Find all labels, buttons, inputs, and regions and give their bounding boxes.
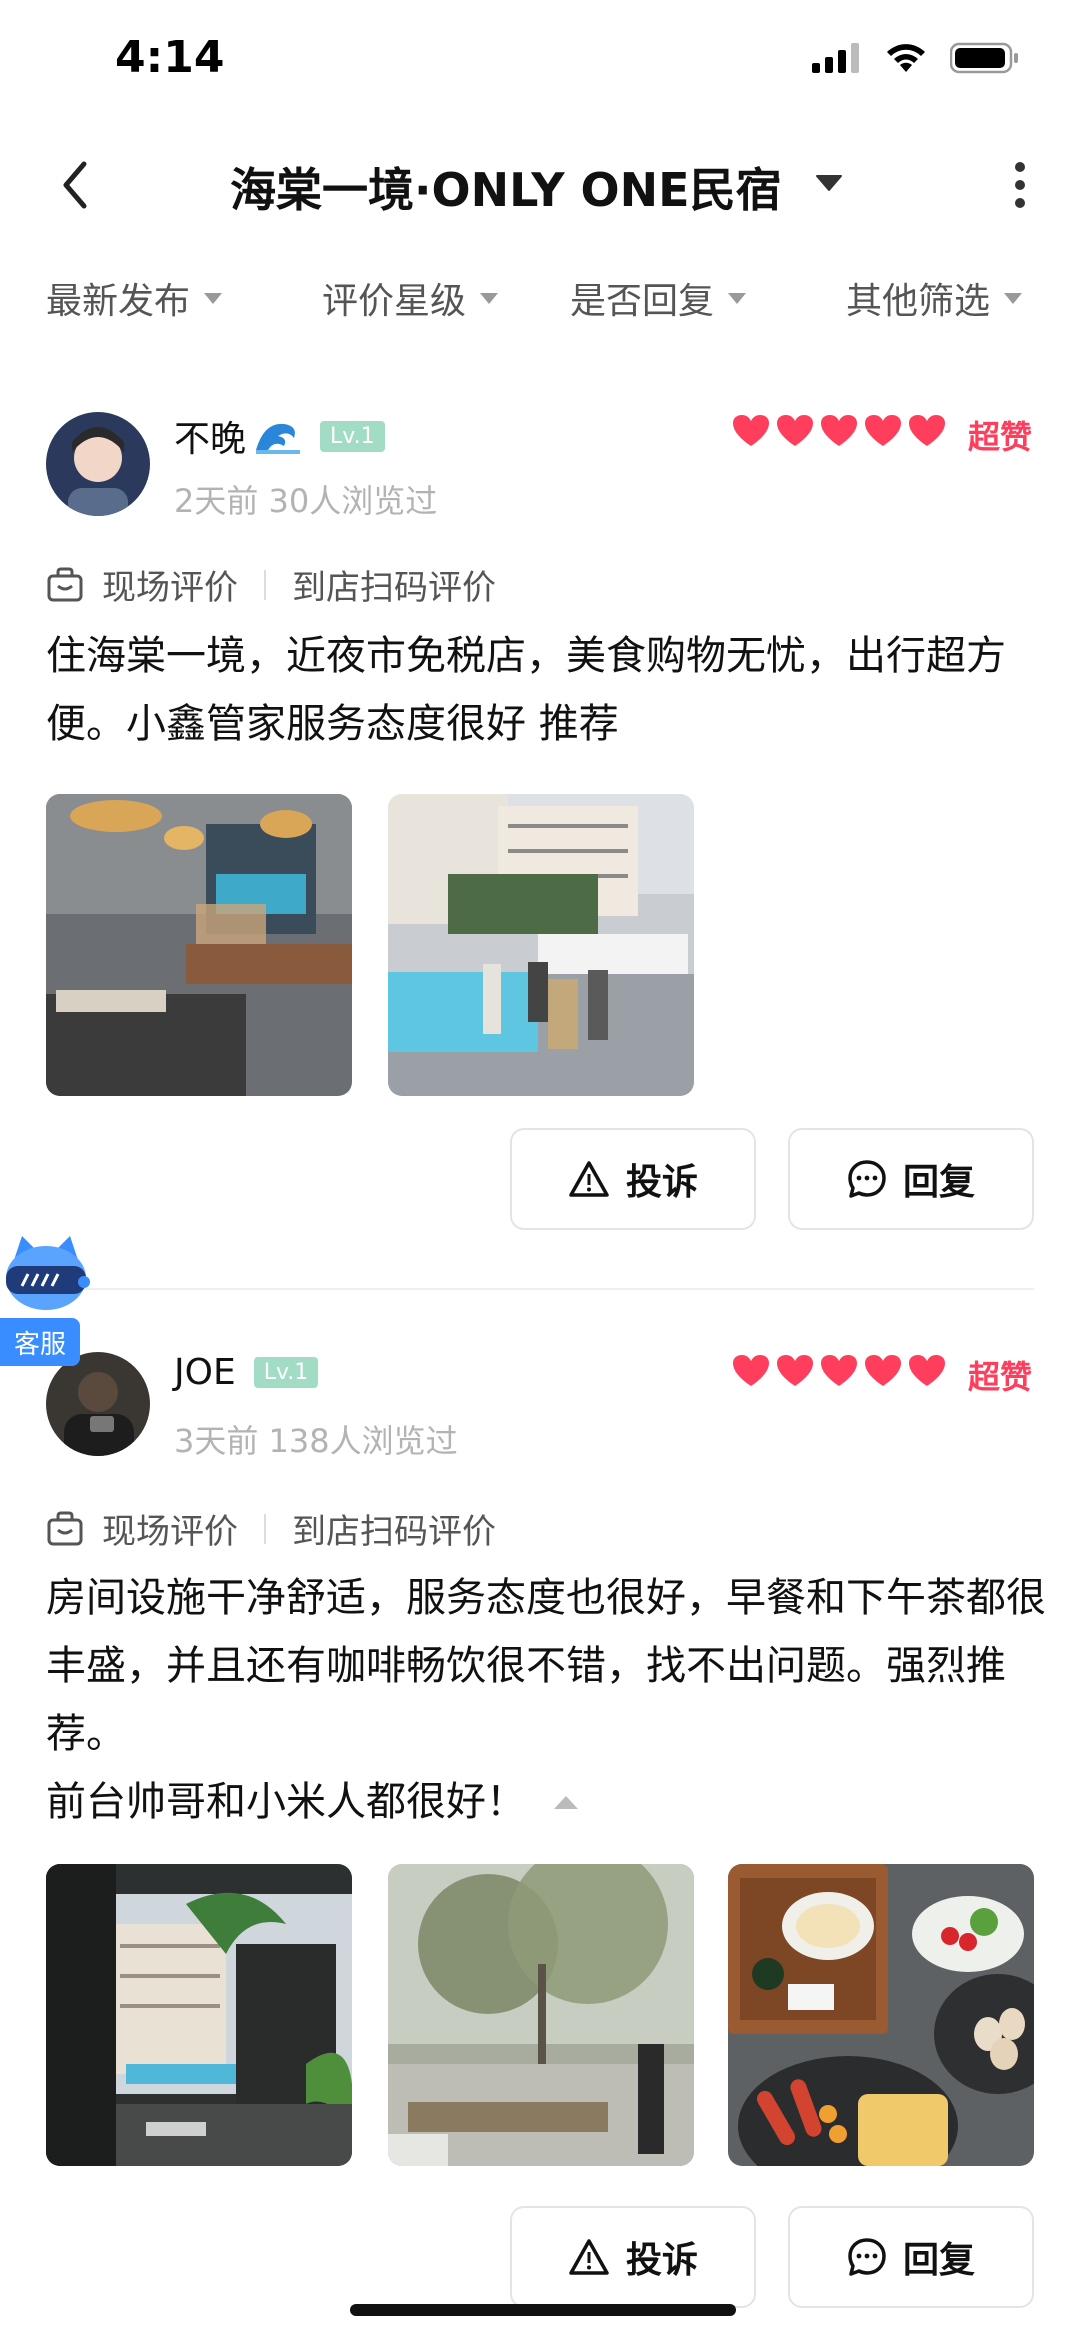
- rating-hearts: [732, 1354, 946, 1388]
- filter-label: 其他筛选: [846, 281, 991, 322]
- filter-latest[interactable]: 最新发布: [46, 272, 223, 324]
- status-icons: [812, 42, 1020, 74]
- eval-method: 到店扫码评价: [292, 568, 496, 608]
- reply-label: 回复: [902, 1162, 975, 1203]
- heart-icon: [865, 1355, 901, 1386]
- eval-divider: [264, 1513, 266, 1544]
- caret-down-icon: [1004, 292, 1023, 304]
- eval-divider: [264, 569, 266, 600]
- heart-icon: [733, 415, 769, 446]
- eval-source-row: 现场评价 到店扫码评价: [46, 1504, 496, 1553]
- username[interactable]: JOE Lv.1: [174, 1352, 319, 1393]
- heart-icon: [777, 1355, 813, 1386]
- eval-type: 现场评价: [102, 1512, 238, 1552]
- reply-button[interactable]: 回复: [788, 2206, 1034, 2308]
- shop-basket-icon: [47, 1511, 83, 1545]
- level-badge: Lv.1: [253, 1357, 319, 1388]
- review-text-line: 前台帅哥和小米人都很好！: [46, 1779, 526, 1825]
- heart-icon: [865, 415, 901, 446]
- more-vertical-icon: [1015, 162, 1025, 208]
- caret-down-icon: [728, 292, 747, 304]
- review-text: 房间设施干净舒适，服务态度也很好，早餐和下午茶都很丰盛，并且还有咖啡畅饮很不错，…: [46, 1575, 1046, 1757]
- customer-service-label: 客服: [0, 1318, 80, 1366]
- eval-method: 到店扫码评价: [292, 1512, 496, 1552]
- avatar[interactable]: [46, 412, 150, 516]
- heart-icon: [909, 415, 945, 446]
- customer-service-float[interactable]: 客服: [0, 1230, 90, 1370]
- review-photo[interactable]: [46, 1864, 352, 2166]
- filter-label: 是否回复: [570, 281, 715, 322]
- eval-type: 现场评价: [102, 568, 238, 608]
- reply-label: 回复: [902, 2240, 975, 2281]
- heart-icon: [777, 415, 813, 446]
- rating-hearts: [732, 414, 946, 448]
- filter-rating[interactable]: 评价星级: [322, 272, 499, 324]
- title-dropdown-caret-icon[interactable]: [815, 174, 843, 196]
- level-badge: Lv.1: [320, 420, 385, 452]
- heart-icon: [733, 1355, 769, 1386]
- complain-label: 投诉: [625, 1162, 698, 1203]
- chevron-left-icon: [63, 161, 87, 209]
- complain-button[interactable]: 投诉: [510, 2206, 756, 2308]
- signal-icon: [812, 43, 859, 73]
- review-photo[interactable]: [388, 794, 694, 1096]
- complain-button[interactable]: 投诉: [510, 1128, 756, 1230]
- heart-icon: [821, 1355, 857, 1386]
- review-text: 住海棠一境，近夜市免税店，美食购物无忧，出行超方便。小鑫管家服务态度很好 推荐: [46, 633, 1006, 747]
- chat-bubble-icon: [848, 2238, 886, 2276]
- filter-label: 最新发布: [46, 281, 191, 322]
- nav-bar: 海棠一境·ONLY ONE民宿: [0, 130, 1080, 240]
- reply-button[interactable]: 回复: [788, 1128, 1034, 1230]
- filter-bar: 最新发布 评价星级 是否回复 其他筛选: [0, 262, 1080, 332]
- caret-down-icon: [204, 292, 223, 304]
- review-photo[interactable]: [46, 794, 352, 1096]
- heart-icon: [909, 1355, 945, 1386]
- home-indicator: [350, 2304, 736, 2316]
- filter-replied[interactable]: 是否回复: [570, 272, 747, 324]
- warning-icon: [569, 1161, 609, 1197]
- username-text: JOE: [174, 1352, 236, 1393]
- review-meta: 3天前 138人浏览过: [174, 1422, 458, 1460]
- review-meta: 2天前 30人浏览过: [174, 482, 438, 520]
- wifi-icon: [887, 44, 925, 72]
- page-title[interactable]: 海棠一境·ONLY ONE民宿: [230, 154, 782, 220]
- status-time: 4:14: [115, 32, 225, 83]
- complain-label: 投诉: [625, 2240, 698, 2281]
- username-text: 不晚: [174, 419, 247, 460]
- shop-basket-icon: [47, 567, 83, 601]
- filter-other[interactable]: 其他筛选: [846, 272, 1023, 324]
- status-bar: 4:14: [0, 0, 1080, 120]
- chat-bubble-icon: [848, 1160, 886, 1198]
- review-photo[interactable]: [388, 1864, 694, 2166]
- caret-down-icon: [480, 292, 499, 304]
- review-photo[interactable]: [728, 1864, 1034, 2166]
- rating-label: 超赞: [968, 418, 1033, 456]
- heart-icon: [821, 415, 857, 446]
- review-text-extra: 前台帅哥和小米人都很好！: [46, 1768, 1046, 1836]
- battery-icon: [950, 42, 1018, 74]
- wave-emoji-icon: [256, 423, 301, 454]
- username[interactable]: 不晚 Lv.1: [174, 410, 385, 462]
- eval-source-row: 现场评价 到店扫码评价: [46, 560, 496, 609]
- warning-icon: [569, 2239, 609, 2275]
- cat-mascot-icon: [6, 1236, 90, 1310]
- collapse-caret-icon[interactable]: [552, 1793, 580, 1811]
- more-menu-button[interactable]: [990, 150, 1050, 220]
- review-divider: [46, 1288, 1034, 1290]
- filter-label: 评价星级: [322, 281, 467, 322]
- back-button[interactable]: [40, 150, 110, 220]
- rating-label: 超赞: [968, 1358, 1033, 1396]
